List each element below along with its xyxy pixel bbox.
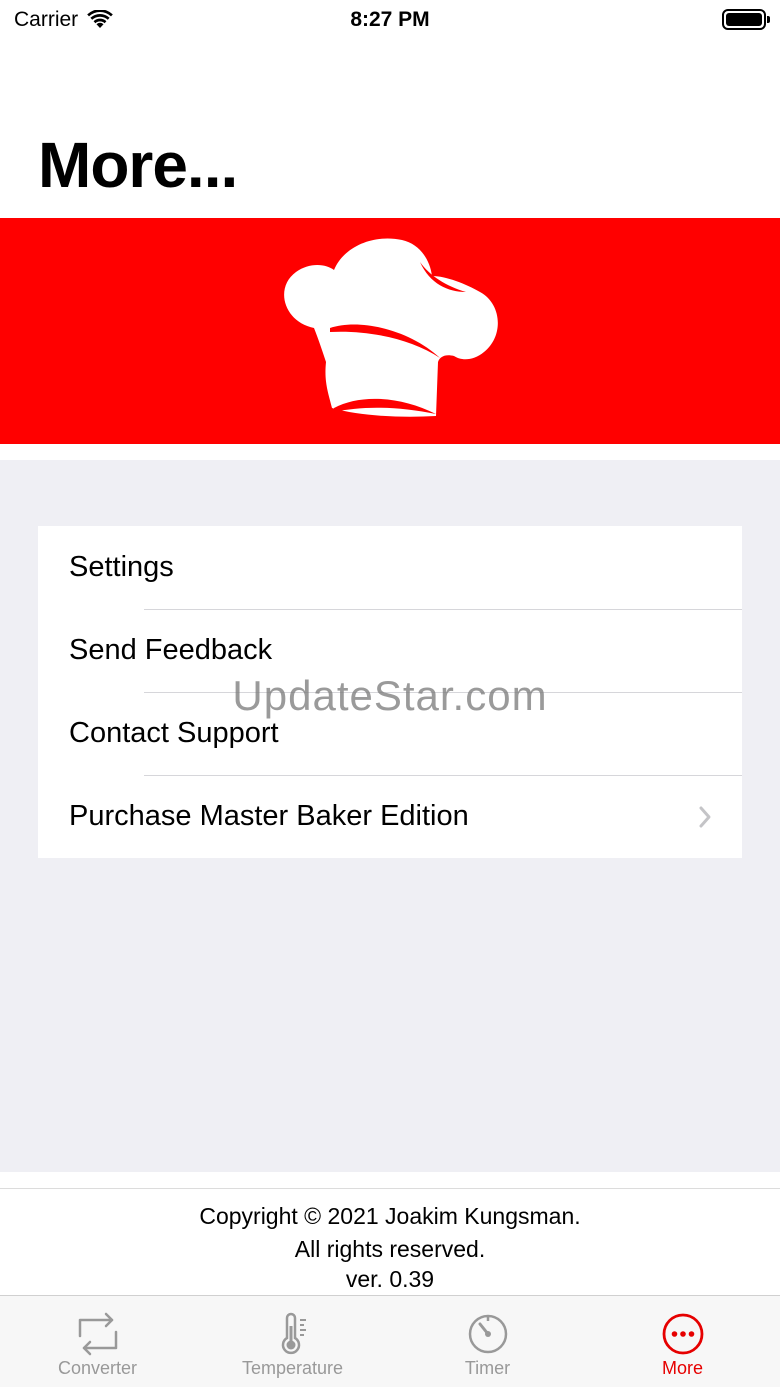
tab-timer[interactable]: Timer: [390, 1296, 585, 1387]
tab-label: Converter: [57, 1358, 138, 1378]
tab-temperature[interactable]: Temperature: [195, 1296, 390, 1387]
more-dots-icon: [662, 1313, 703, 1355]
menu-item-label: Send Feedback: [69, 634, 273, 666]
header-banner: [0, 218, 780, 444]
page-title: More...: [38, 129, 238, 201]
menu-item-label: Settings: [69, 551, 174, 583]
content-area: Settings Send Feedback Contact Support P…: [0, 460, 780, 1172]
version-text: ver. 0.39: [345, 1266, 435, 1292]
copyright-text: Copyright © 2021 Joakim Kungsman.: [199, 1203, 581, 1229]
convert-arrows-icon: [78, 1312, 117, 1356]
tab-label: Timer: [464, 1358, 511, 1378]
menu-item-purchase-master-baker[interactable]: Purchase Master Baker Edition: [38, 775, 742, 858]
thermometer-icon: [281, 1312, 306, 1355]
timer-icon: [468, 1314, 507, 1354]
menu-item-settings[interactable]: Settings: [38, 526, 742, 609]
chevron-right-icon: [699, 806, 711, 827]
status-time: 8:27 PM: [350, 8, 430, 31]
watermark: UpdateStar.com: [232, 672, 548, 719]
status-bar: Carrier 8:27 PM: [0, 0, 780, 44]
footer: Copyright © 2021 Joakim Kungsman. All ri…: [0, 1200, 780, 1292]
tab-label: More: [661, 1358, 703, 1378]
battery-icon: [722, 9, 770, 30]
rights-text: All rights reserved.: [294, 1236, 486, 1262]
tab-more[interactable]: More: [585, 1296, 780, 1387]
tab-bar: Converter Temperature Timer More: [0, 1295, 780, 1387]
tab-label: Temperature: [241, 1358, 344, 1378]
chef-hat-icon: [284, 238, 498, 417]
menu-item-label: Purchase Master Baker Edition: [69, 800, 469, 832]
footer-divider: [0, 1188, 780, 1189]
menu-item-label: Contact Support: [69, 717, 279, 749]
tab-converter[interactable]: Converter: [0, 1296, 195, 1387]
